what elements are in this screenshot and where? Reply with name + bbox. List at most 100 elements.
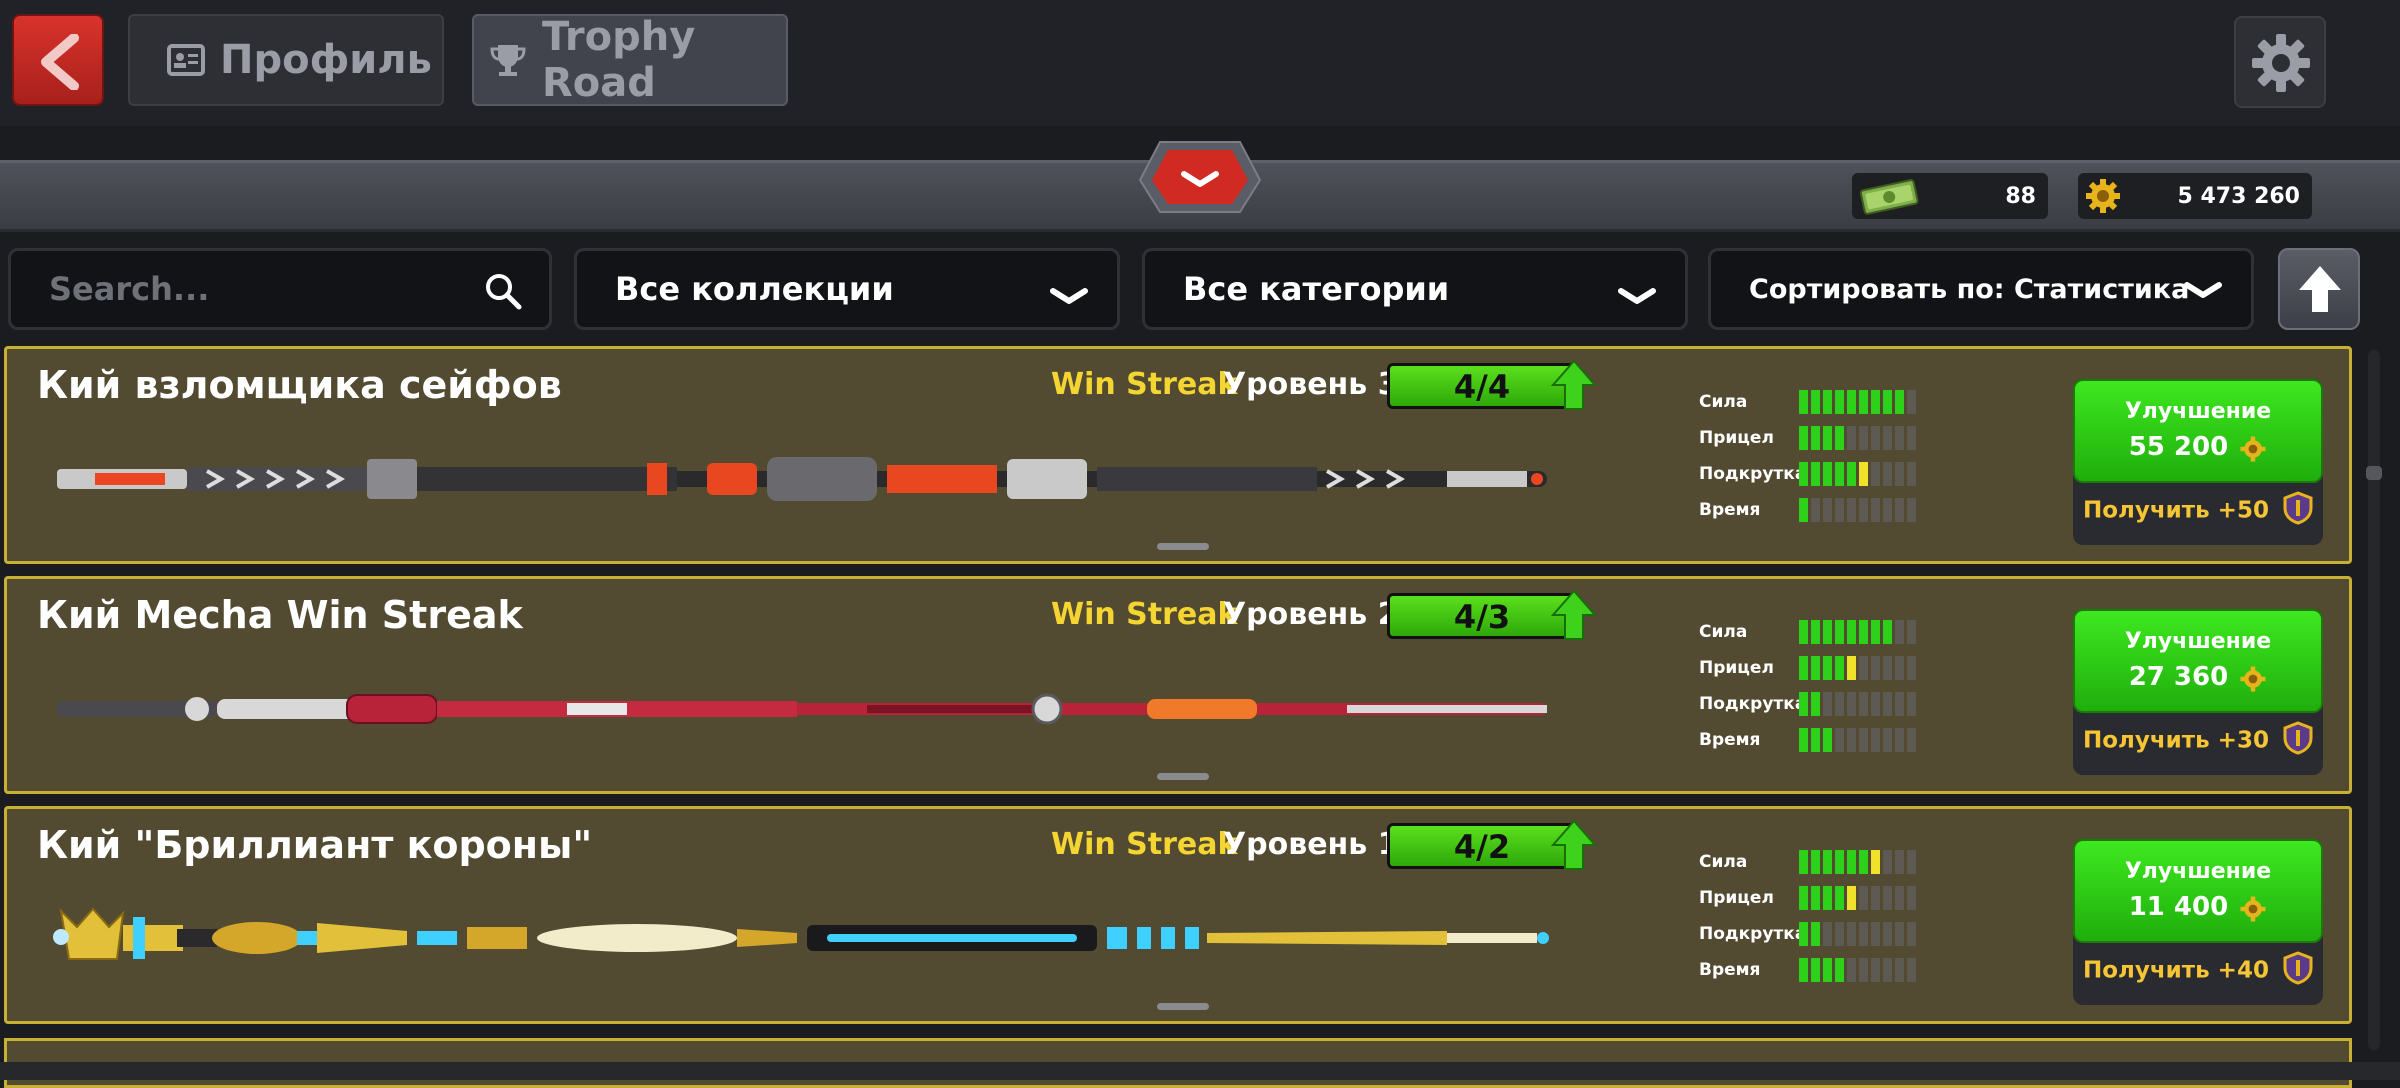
scrollbar-track[interactable] xyxy=(2368,350,2380,1050)
profile-card-icon xyxy=(166,40,206,80)
stat-segment xyxy=(1895,728,1904,752)
get-reward-label: Получить +30 xyxy=(2083,727,2269,754)
stat-segment xyxy=(1799,728,1808,752)
stat-label: Время xyxy=(1699,500,1761,520)
stat-segment xyxy=(1883,390,1892,414)
stat-segment xyxy=(1859,620,1868,644)
stat-bar xyxy=(1799,620,1916,644)
shield-icon xyxy=(2283,721,2313,761)
level-progress-bar: 4/2 xyxy=(1387,823,1577,869)
shield-icon xyxy=(2283,951,2313,991)
settings-button[interactable] xyxy=(2234,16,2326,108)
stat-segment xyxy=(1871,462,1880,486)
cash-balance[interactable]: 88 xyxy=(1852,173,2048,219)
cue-image xyxy=(47,679,1557,743)
coin-icon xyxy=(2239,435,2267,467)
coin-icon xyxy=(2084,177,2122,221)
search-input[interactable] xyxy=(49,270,449,308)
stat-segment xyxy=(1847,728,1856,752)
stat-segment xyxy=(1883,620,1892,644)
cash-value: 88 xyxy=(2005,183,2036,209)
stat-segment xyxy=(1835,462,1844,486)
stat-segment xyxy=(1835,886,1844,910)
stat-segment xyxy=(1823,426,1832,450)
coin-balance[interactable]: 5 473 260 xyxy=(2078,173,2312,219)
stat-segment xyxy=(1811,922,1820,946)
stat-segment xyxy=(1883,692,1892,716)
stat-segment xyxy=(1907,850,1916,874)
stat-segment xyxy=(1847,656,1856,680)
stat-segment xyxy=(1823,620,1832,644)
collapse-button[interactable] xyxy=(1138,140,1262,214)
stat-row-aim: Прицел xyxy=(1699,883,1916,913)
stat-label: Прицел xyxy=(1699,658,1774,678)
search-icon[interactable] xyxy=(483,271,523,319)
stat-label: Подкрутка xyxy=(1699,694,1807,714)
stat-segment xyxy=(1823,728,1832,752)
drag-handle[interactable] xyxy=(1157,1003,1209,1010)
stat-row-time: Время xyxy=(1699,495,1916,525)
stat-label: Подкрутка xyxy=(1699,924,1807,944)
upgrade-button[interactable]: Улучшение 55 200 xyxy=(2073,379,2323,483)
stat-segment xyxy=(1883,656,1892,680)
stat-segment xyxy=(1907,728,1916,752)
chevron-down-icon xyxy=(1049,279,1089,317)
stat-segment xyxy=(1811,462,1820,486)
get-reward-link[interactable]: Получить +40 xyxy=(2073,951,2323,991)
back-button[interactable] xyxy=(12,14,104,106)
categories-dropdown[interactable]: Все категории xyxy=(1142,248,1688,330)
stat-segment xyxy=(1799,692,1808,716)
stat-segment xyxy=(1883,426,1892,450)
level-up-arrow-icon xyxy=(1550,589,1598,645)
stat-segment xyxy=(1835,620,1844,644)
stat-segment xyxy=(1907,958,1916,982)
categories-dropdown-label: Все категории xyxy=(1183,270,1450,308)
sort-dropdown[interactable]: Сортировать по: Статистика xyxy=(1708,248,2254,330)
cue-image xyxy=(47,449,1557,513)
sort-direction-button[interactable] xyxy=(2278,248,2360,330)
upgrade-button[interactable]: Улучшение 11 400 xyxy=(2073,839,2323,943)
search-box[interactable] xyxy=(8,248,552,330)
stat-segment xyxy=(1811,886,1820,910)
upgrade-label: Улучшение xyxy=(2124,629,2272,654)
stat-segment xyxy=(1871,850,1880,874)
scrollbar-thumb[interactable] xyxy=(2366,466,2382,480)
stat-segment xyxy=(1895,692,1904,716)
stat-row-power: Сила xyxy=(1699,847,1916,877)
stat-segment xyxy=(1883,462,1892,486)
stat-row-spin: Подкрутка xyxy=(1699,689,1916,719)
get-reward-link[interactable]: Получить +50 xyxy=(2073,491,2323,531)
tab-profile[interactable]: Профиль xyxy=(128,14,444,106)
cue-card[interactable]: Кий Mecha Win Streak Win Streak Уровень … xyxy=(4,576,2352,794)
cue-card[interactable]: Кий взломщика сейфов Win Streak Уровень … xyxy=(4,346,2352,564)
upgrade-button[interactable]: Улучшение 27 360 xyxy=(2073,609,2323,713)
get-reward-link[interactable]: Получить +30 xyxy=(2073,721,2323,761)
stat-segment xyxy=(1859,692,1868,716)
drag-handle[interactable] xyxy=(1157,543,1209,550)
stat-label: Прицел xyxy=(1699,428,1774,448)
stat-segment xyxy=(1871,728,1880,752)
stat-segment xyxy=(1835,850,1844,874)
stat-segment xyxy=(1799,462,1808,486)
drag-handle[interactable] xyxy=(1157,773,1209,780)
stat-segment xyxy=(1871,498,1880,522)
level-progress-text: 4/4 xyxy=(1453,368,1511,406)
stat-segment xyxy=(1835,656,1844,680)
cue-image xyxy=(47,907,1557,977)
cue-name: Кий взломщика сейфов xyxy=(37,363,562,407)
cue-name: Кий Mecha Win Streak xyxy=(37,593,523,637)
get-reward-label: Получить +40 xyxy=(2083,957,2269,984)
stat-segment xyxy=(1883,886,1892,910)
collections-dropdown[interactable]: Все коллекции xyxy=(574,248,1120,330)
stat-segment xyxy=(1895,390,1904,414)
win-streak-label: Win Streak xyxy=(1051,597,1238,632)
cash-icon xyxy=(1858,177,1920,221)
stat-segment xyxy=(1847,390,1856,414)
level-up-arrow-icon xyxy=(1550,819,1598,875)
stat-segment xyxy=(1859,390,1868,414)
stat-segment xyxy=(1823,922,1832,946)
stat-row-power: Сила xyxy=(1699,617,1916,647)
cue-card[interactable]: Кий "Бриллиант короны" Win Streak Уровен… xyxy=(4,806,2352,1024)
stat-segment xyxy=(1847,498,1856,522)
tab-trophy-road[interactable]: Trophy Road xyxy=(472,14,788,106)
